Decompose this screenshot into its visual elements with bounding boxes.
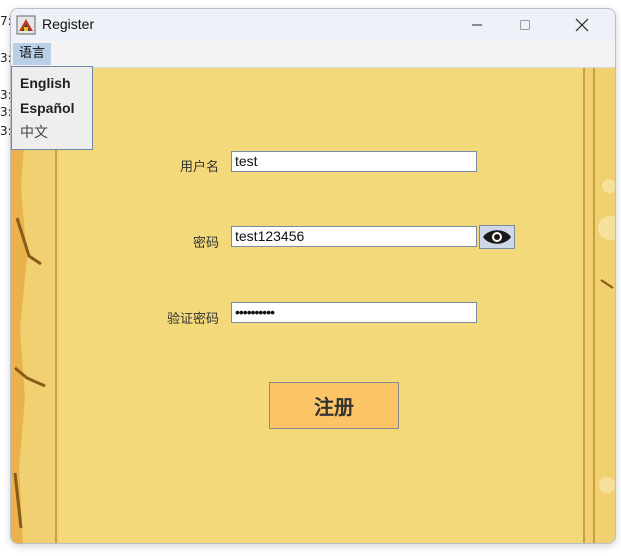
register-panel: 用户名 test 密码 test123456 验证密码 •••••••••• 注… — [11, 68, 615, 543]
language-menu[interactable]: 语言 — [13, 43, 52, 65]
password-input[interactable]: test123456 — [231, 226, 477, 247]
language-option-chinese[interactable]: 中文 — [12, 121, 92, 146]
confirm-password-input[interactable]: •••••••••• — [231, 302, 477, 323]
username-input[interactable]: test — [231, 151, 477, 172]
close-icon — [575, 18, 589, 32]
language-option-spanish[interactable]: Español — [12, 96, 92, 121]
menu-bar: 语言 — [11, 41, 615, 68]
password-label: 密码 — [192, 236, 219, 251]
right-frame-decoration — [583, 68, 615, 543]
language-dropdown: English Español 中文 — [11, 66, 93, 150]
register-window: Register 语言 用户名 test 密码 test123456 验证密码 … — [10, 8, 616, 544]
minimize-button[interactable] — [454, 9, 500, 41]
maximize-icon — [520, 20, 530, 30]
language-option-english[interactable]: English — [12, 71, 92, 96]
app-icon — [16, 15, 36, 35]
username-label: 用户名 — [179, 160, 219, 175]
show-password-button[interactable] — [479, 225, 515, 249]
eye-icon — [483, 230, 511, 244]
close-button[interactable] — [559, 9, 605, 41]
maximize-button[interactable] — [502, 9, 548, 41]
register-button[interactable]: 注册 — [269, 382, 399, 429]
title-bar[interactable]: Register — [11, 9, 615, 41]
window-title: Register — [42, 16, 95, 32]
confirm-password-label: 验证密码 — [166, 312, 219, 327]
minimize-icon — [472, 24, 482, 26]
